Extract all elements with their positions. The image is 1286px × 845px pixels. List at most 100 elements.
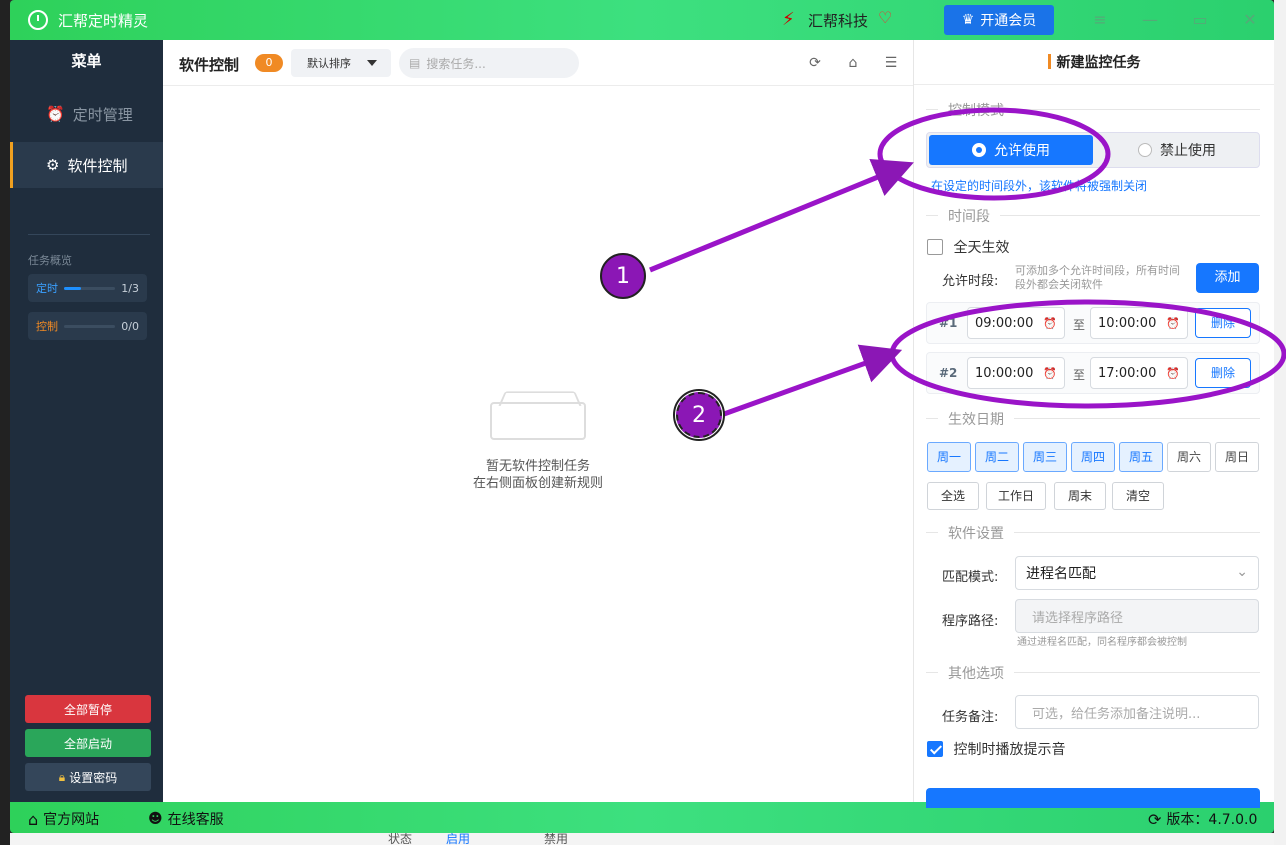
weekend-button[interactable]: 周末 [1054,482,1106,510]
day-button-sat[interactable]: 周六 [1167,442,1211,472]
app-window: 汇帮定时精灵 ⚡ 汇帮科技 ♡ ♛ 开通会员 ≡ — ▭ ✕ 菜单 ⏰ 定时管理… [10,0,1274,833]
online-support-label: 在线客服 [167,812,224,828]
all-day-checkbox[interactable]: 全天生效 [927,237,1009,257]
task-note-placeholder: 可选，给任务添加备注说明... [1032,706,1201,722]
match-mode-select[interactable]: 进程名匹配 ⌄ [1015,556,1259,590]
official-website-link[interactable]: ⌂ 官方网站 [28,809,99,829]
day-button-mon[interactable]: 周一 [927,442,971,472]
gear-icon: ⚙ [46,156,60,174]
section-software-settings: 软件设置 [926,523,1260,543]
app-title: 汇帮定时精灵 [58,12,149,30]
panel-title-text: 新建监控任务 [1056,55,1141,71]
day-button-sun[interactable]: 周日 [1215,442,1259,472]
select-all-days-button[interactable]: 全选 [927,482,979,510]
online-support-link[interactable]: ☻ 在线客服 [148,809,224,829]
play-sound-label: 控制时播放提示音 [953,742,1066,758]
allowed-periods-note: 可添加多个允许时间段，所有时间段外都会关闭软件 [1015,264,1180,291]
sidebar-item-timer-management[interactable]: ⏰ 定时管理 [10,91,163,137]
sidebar-item-software-control[interactable]: ⚙ 软件控制 [10,142,163,188]
mode-deny-option[interactable]: 禁止使用 [1095,135,1259,165]
section-label: 时间段 [938,206,1000,226]
menu-title: 菜单 [71,52,102,70]
title-bar[interactable]: 汇帮定时精灵 ⚡ 汇帮科技 ♡ ♛ 开通会员 ≡ — ▭ ✕ [10,0,1274,40]
workdays-button[interactable]: 工作日 [986,482,1046,510]
overview-control-card: 控制 0/0 [28,312,147,340]
section-time-period: 时间段 [926,206,1260,226]
overview-timer-label: 定时 [36,282,58,295]
vip-button[interactable]: ♛ 开通会员 [944,5,1054,35]
delete-slot-button[interactable]: 删除 [1195,358,1251,388]
maximize-button[interactable]: ▭ [1189,9,1211,31]
end-time-value: 10:00:00 [1097,315,1157,331]
radio-unselected-icon [1138,143,1152,157]
refresh-icon[interactable]: ⟳ [806,54,824,72]
end-time-input[interactable]: 17:00:00 ⏰ [1090,357,1188,389]
sidebar-divider [28,234,150,235]
add-period-button[interactable]: 添加 [1196,263,1259,293]
mode-allow-option[interactable]: 允许使用 [929,135,1093,165]
program-path-input[interactable]: 请选择程序路径 [1015,599,1259,633]
task-toolbar: 软件控制 0 默认排序 ▤ 搜索任务... ⟳ ⌂ ☰ [163,40,913,86]
section-control-mode: 控制模式 [926,100,1260,120]
task-note-input[interactable]: 可选，给任务添加备注说明... [1015,695,1259,729]
overview-control-progress [64,324,116,328]
menu-icon[interactable]: ≡ [1089,9,1111,31]
section-label: 控制模式 [938,100,1014,120]
to-label: 至 [1073,368,1086,382]
end-time-input[interactable]: 10:00:00 ⏰ [1090,307,1188,339]
status-bar: ⌂ 官方网站 ☻ 在线客服 ⟳ 版本：4.7.0.0 [10,802,1274,833]
control-mode-toggle: 允许使用 禁止使用 [926,132,1260,168]
app-logo-icon [28,10,48,30]
official-website-label: 官方网站 [43,812,100,828]
minimize-button[interactable]: — [1139,9,1161,31]
panel-divider [914,84,1274,85]
overview-control-value: 0/0 [121,319,139,333]
pause-all-button[interactable]: 全部暂停 [25,695,151,723]
set-password-button[interactable]: 🔒︎ 设置密码 [25,763,151,791]
annotation-marker-1: 1 [600,253,646,299]
match-mode-label: 匹配模式: [942,570,999,585]
sidebar-item-label: 软件控制 [67,156,128,175]
empty-tray-icon [490,402,586,440]
time-slot-row: #1 09:00:00 ⏰ 至 10:00:00 ⏰ 删除 [926,302,1260,344]
day-button-tue[interactable]: 周二 [975,442,1019,472]
notes-icon[interactable]: ☰ [882,54,900,72]
home-icon[interactable]: ⌂ [844,54,862,72]
task-count-badge: 0 [255,54,283,72]
match-mode-value: 进程名匹配 [1026,566,1096,582]
desktop-background-right [1274,0,1286,845]
day-button-fri[interactable]: 周五 [1119,442,1163,472]
delete-slot-button[interactable]: 删除 [1195,308,1251,338]
start-time-input[interactable]: 10:00:00 ⏰ [967,357,1065,389]
search-placeholder: 搜索任务... [426,56,486,71]
day-button-thu[interactable]: 周四 [1071,442,1115,472]
empty-hint: 在右侧面板创建新规则 [472,476,603,491]
alarm-clock-icon: ⏰ [1166,366,1181,380]
desktop-background-left [0,0,10,845]
search-input[interactable]: ▤ 搜索任务... [399,48,579,78]
mode-deny-label: 禁止使用 [1160,143,1216,159]
start-time-input[interactable]: 09:00:00 ⏰ [967,307,1065,339]
chevron-down-icon: ⌄ [1236,564,1248,580]
start-time-value: 10:00:00 [974,365,1034,381]
alarm-clock-icon: ⏰ [1043,316,1058,330]
mode-hint: 在设定的时间段外，该软件将被强制关闭 [931,179,1148,193]
alarm-clock-icon: ⏰ [46,105,65,123]
sort-dropdown[interactable]: 默认排序 [291,49,391,77]
annotation-marker-2: 2 [673,389,725,441]
new-task-panel: 新建监控任务 控制模式 允许使用 禁止使用 在设定的时间段外，该软件将被强制关闭… [913,40,1274,808]
close-button[interactable]: ✕ [1239,9,1261,31]
brand-name: 汇帮科技 [808,12,869,30]
play-sound-checkbox[interactable]: 控制时播放提示音 [927,739,1065,759]
page-title: 软件控制 [179,56,240,74]
sidebar: 菜单 ⏰ 定时管理 ⚙ 软件控制 任务概览 定时 1/3 控制 0/0 全部暂停… [10,40,163,802]
start-all-button[interactable]: 全部启动 [25,729,151,757]
overview-timer-fill [64,286,81,290]
home-icon: ⌂ [28,809,39,829]
checkbox-unchecked-icon [927,239,943,255]
clear-days-button[interactable]: 清空 [1112,482,1164,510]
day-button-wed[interactable]: 周三 [1023,442,1067,472]
sidebar-item-label: 定时管理 [72,105,133,124]
lock-icon: 🔒︎ [58,769,66,784]
section-other-options: 其他选项 [926,663,1260,683]
